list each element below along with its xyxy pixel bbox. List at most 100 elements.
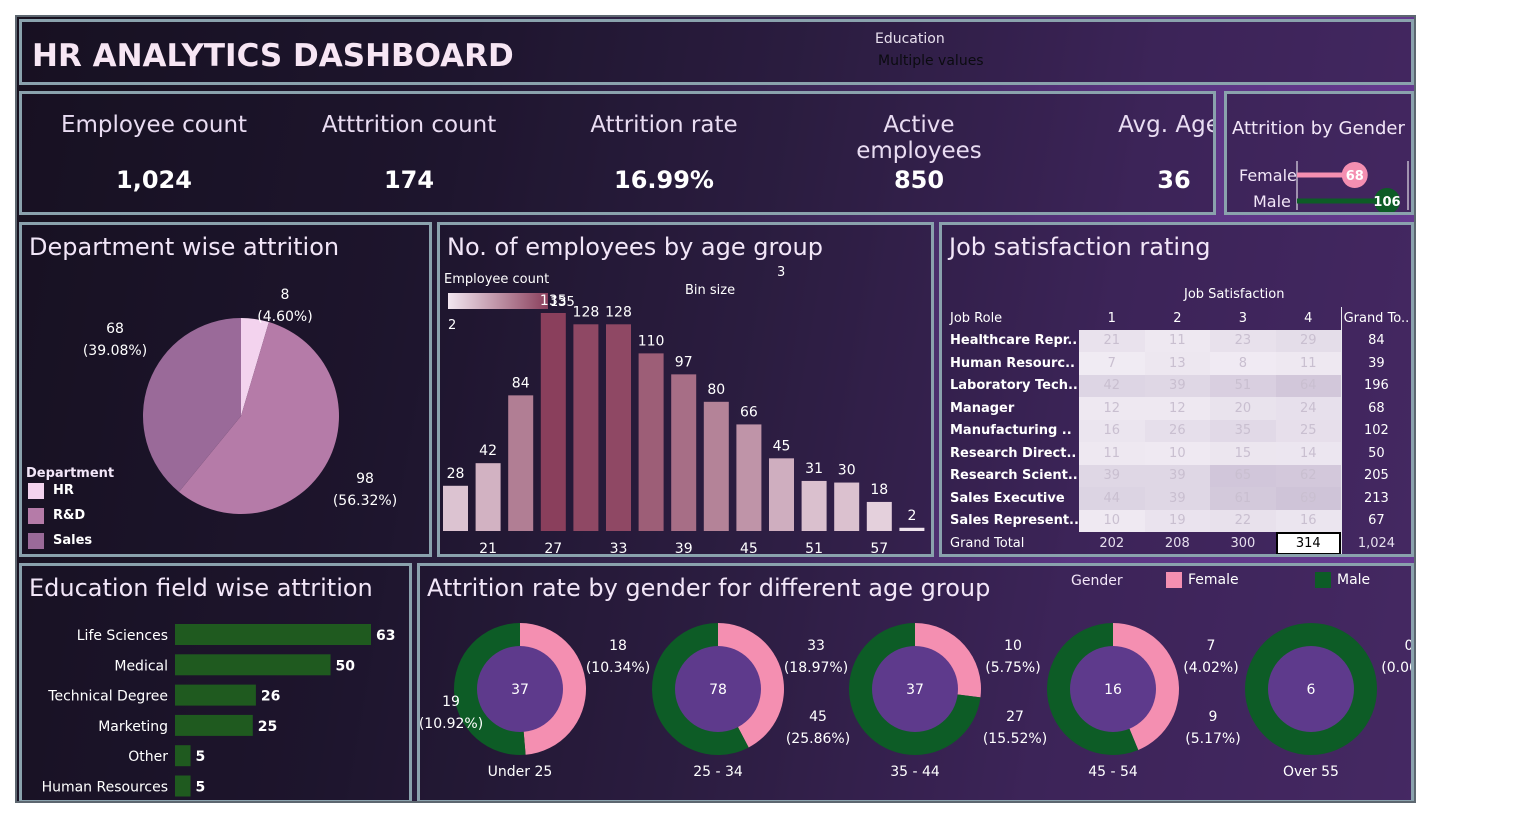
job-satisfaction-panel: Job satisfaction rating Job Satisfaction… [939,222,1414,557]
job-role-label: Sales Represent.. [950,513,1079,529]
satisfaction-cell: 21 [1078,329,1145,352]
row-grand-total: 196 [1340,374,1411,397]
age-bar-21 [475,463,501,531]
age-bar-value: 2 [907,508,916,524]
satisfaction-cell: 12 [1144,397,1211,420]
gender-female-label: Female [1239,166,1297,185]
legend-label-rd[interactable]: R&D [53,508,85,523]
legend-label-hr[interactable]: HR [53,483,74,498]
table-row[interactable]: Human Resourc.. 7 13 8 11 39 [946,352,1411,375]
table-row[interactable]: Research Direct.. 11 10 15 14 50 [946,442,1411,465]
donut-male-percent: (10.92%) [420,716,483,732]
table-row[interactable]: Laboratory Tech.. 42 39 51 64 196 [946,374,1411,397]
column-grand-total: 314 [1275,532,1342,554]
satisfaction-cell: 16 [1275,509,1342,532]
age-bar-51 [801,480,827,531]
job-satisfaction-table: Job Role 1 2 3 4 Grand To.. Healthcare Repr.. 2… [946,307,1411,554]
pie-value-label: 68 [106,321,124,337]
age-bar-value: 80 [707,382,725,398]
job-role-label: Healthcare Repr.. [950,333,1078,349]
satisfaction-cell: 19 [1144,509,1211,532]
department-pie-chart: 8 (4.60%) 98 (56.32%) 68 (39.08%) [83,287,397,514]
education-bar [175,684,256,706]
kpi-attrition-rate-value: 16.99% [614,166,714,194]
education-category-label: Life Sciences [77,628,168,644]
satisfaction-cell: 15 [1210,442,1276,465]
job-role-label: Laboratory Tech.. [950,378,1078,394]
education-value-label: 25 [258,719,277,735]
donut-center-value: 16 [1104,682,1122,698]
row-grand-total: 205 [1340,464,1411,487]
kpi-employee-count-value: 1,024 [116,166,192,194]
age-x-tick: 21 [479,541,497,554]
donut-age-group-label: 45 - 54 [1088,764,1138,780]
satisfaction-cell: 14 [1275,442,1342,465]
job-satisfaction-column-header: Job Satisfaction [1184,287,1285,302]
dashboard: HR ANALYTICS DASHBOARD Education Multipl… [15,15,1416,803]
education-category-label: Other [128,749,168,765]
legend-label-sales[interactable]: Sales [53,533,92,548]
age-bar-36 [638,353,664,531]
education-category-label: Human Resources [42,780,168,796]
column-grand-total: 300 [1230,535,1256,551]
satisfaction-cell: 64 [1275,374,1342,397]
satisfaction-cell: 26 [1144,419,1211,442]
satisfaction-cell: 20 [1210,397,1276,420]
age-bar-45 [736,424,762,531]
education-value-label: 5 [196,749,206,765]
table-row[interactable]: Sales Executive 44 39 61 69 213 [946,487,1411,510]
row-grand-total: 84 [1340,329,1411,352]
donut-female-percent: (18.97%) [784,660,848,676]
satisfaction-cell: 51 [1210,374,1276,397]
department-attrition-panel: Department wise attrition 8 (4.60%) 98 (56.… [19,222,432,557]
education-bar [175,775,191,797]
education-filter-value[interactable]: Multiple values [878,53,984,69]
education-bar [175,714,253,736]
donut-female-percent: (10.34%) [586,660,650,676]
page-title: HR ANALYTICS DASHBOARD [32,38,514,74]
pie-percent-label: (56.32%) [333,493,397,509]
donut-female-value: 0 [1405,638,1411,654]
gender-value-male: 106 [1373,195,1400,210]
table-row[interactable]: Healthcare Repr.. 21 11 23 29 84 [946,329,1411,352]
satisfaction-cell: 65 [1210,464,1276,487]
age-x-tick: 33 [610,541,628,554]
donut-age-group-label: 35 - 44 [890,764,940,780]
age-bar-57 [866,501,892,531]
age-bar-48 [769,458,794,531]
satisfaction-cell: 13 [1144,352,1211,375]
satisfaction-cell: 10 [1078,509,1145,532]
kpi-panel: Employee count 1,024 Atttrition count 17… [19,91,1216,215]
satisfaction-cell: 10 [1144,442,1211,465]
donut-female-percent: (4.02%) [1183,660,1238,676]
age-bar-18 [443,485,468,531]
kpi-attrition-count-value: 174 [383,166,435,194]
age-bar-30 [573,324,599,531]
age-bar-value: 30 [838,463,856,479]
satisfaction-column-header: 1 [1107,310,1116,326]
age-bar-value: 128 [573,304,600,320]
kpi-employee-count-label: Employee count [60,112,248,138]
table-row[interactable]: Manager 12 12 20 24 68 [946,397,1411,420]
donut-male-percent: (15.52%) [983,731,1047,747]
job-role-header: Job Role [950,310,1003,326]
legend-swatch-sales[interactable] [28,533,44,549]
table-row[interactable]: Sales Represent.. 10 19 22 16 67 [946,509,1411,532]
table-row[interactable]: Research Scient.. 39 39 65 62 205 [946,464,1411,487]
age-bar-value: 45 [773,438,791,454]
satisfaction-column-header: 2 [1173,310,1182,326]
legend-swatch-rd[interactable] [28,508,44,524]
donut-male-value: 9 [1209,709,1218,725]
header-bar: HR ANALYTICS DASHBOARD Education Multipl… [19,19,1414,85]
age-x-tick: 45 [740,541,758,554]
donut-age-group-label: Under 25 [488,764,553,780]
job-role-label: Human Resourc.. [950,355,1075,371]
legend-swatch-hr[interactable] [28,483,44,499]
pie-percent-label: (39.08%) [83,343,147,359]
pie-value-label: 8 [281,287,290,303]
satisfaction-cell: 12 [1078,397,1145,420]
donut-male-value: 45 [809,709,827,725]
education-filter-label: Education [875,31,945,47]
table-row[interactable]: Manufacturing .. 16 26 35 25 102 [946,419,1411,442]
satisfaction-cell: 7 [1078,352,1145,375]
